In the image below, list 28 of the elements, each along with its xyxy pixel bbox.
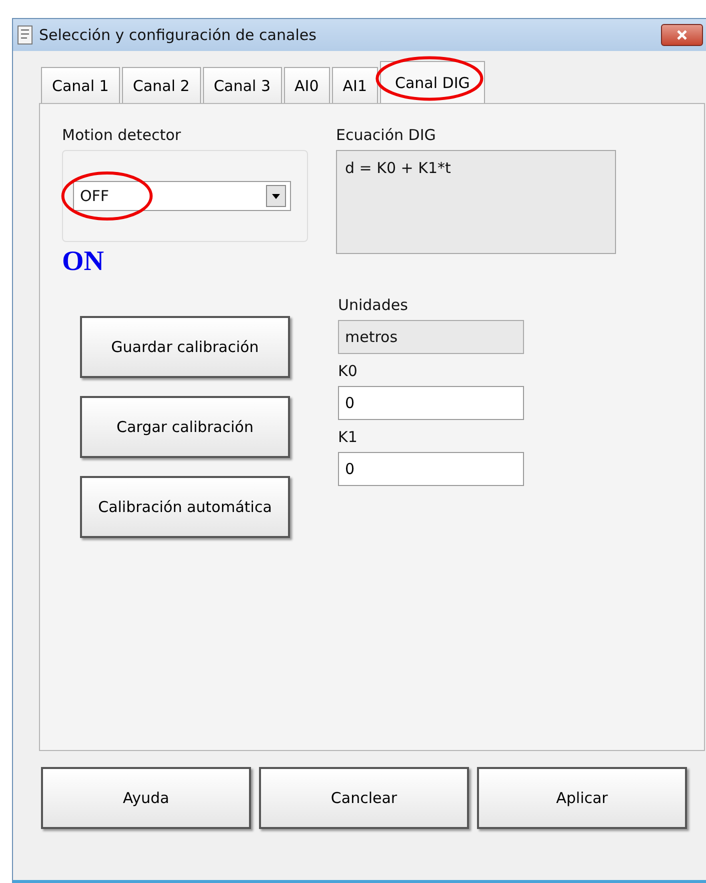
document-icon bbox=[17, 25, 33, 45]
field-label: Ecuación DIG bbox=[336, 126, 437, 144]
tab[interactable]: Canal 1 bbox=[41, 67, 120, 103]
close-icon bbox=[676, 29, 688, 41]
dropdown-arrow-button[interactable] bbox=[266, 185, 286, 207]
annotation-label: ON bbox=[62, 246, 105, 278]
caret-icon bbox=[272, 194, 280, 198]
dropdown[interactable]: OFF bbox=[73, 181, 291, 211]
close-button[interactable] bbox=[661, 24, 703, 46]
field-label: K1 bbox=[338, 428, 358, 446]
input-field[interactable]: 0 bbox=[338, 452, 524, 486]
tab[interactable]: AI0 bbox=[284, 67, 330, 103]
calibration-button[interactable]: Guardar calibración bbox=[80, 316, 290, 378]
input-field[interactable]: 0 bbox=[338, 386, 524, 420]
window-title: Selección y configuración de canales bbox=[39, 26, 318, 44]
equation-display: d = K0 + K1*t bbox=[336, 150, 616, 254]
field-label: Unidades bbox=[338, 296, 409, 314]
tab[interactable]: AI1 bbox=[332, 67, 378, 103]
dialog-button[interactable]: Ayuda bbox=[41, 767, 251, 829]
field-label: Motion detector bbox=[62, 126, 182, 144]
calibration-button[interactable]: Calibración automática bbox=[80, 476, 290, 538]
dialog-button[interactable]: Aplicar bbox=[477, 767, 687, 829]
tab[interactable]: Canal 3 bbox=[202, 67, 282, 103]
readonly-field: metros bbox=[338, 320, 524, 354]
calibration-button[interactable]: Cargar calibración bbox=[80, 396, 290, 458]
field-label: K0 bbox=[338, 362, 358, 380]
dialog-button[interactable]: Canclear bbox=[259, 767, 469, 829]
tab[interactable]: Canal 2 bbox=[122, 67, 201, 103]
